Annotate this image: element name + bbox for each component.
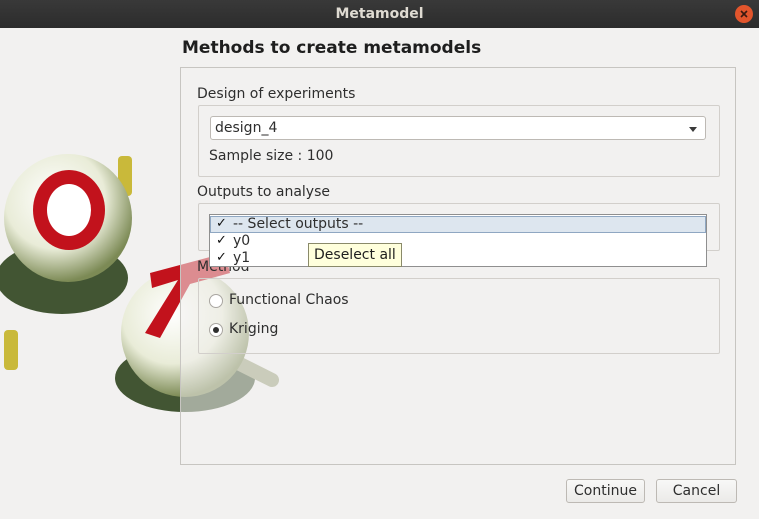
design-select-value: design_4: [215, 120, 278, 136]
cancel-button[interactable]: Cancel: [656, 479, 737, 503]
continue-button[interactable]: Continue: [566, 479, 645, 503]
window-title: Metamodel: [335, 6, 424, 22]
checkbox-checked-icon[interactable]: ✓: [215, 251, 228, 264]
doe-group-label: Design of experiments: [197, 86, 356, 102]
page-title: Methods to create metamodels: [182, 38, 482, 58]
select-outputs-row[interactable]: ✓ -- Select outputs --: [210, 216, 706, 233]
output-row-y1[interactable]: ✓ y1: [210, 250, 706, 267]
kriging-label[interactable]: Kriging: [229, 321, 278, 337]
checkbox-checked-icon[interactable]: ✓: [215, 217, 228, 230]
functional-chaos-label[interactable]: Functional Chaos: [229, 292, 349, 308]
output-label-y1: y1: [233, 250, 251, 266]
kriging-radio[interactable]: [209, 323, 223, 337]
close-window-button[interactable]: [735, 5, 753, 23]
checkbox-checked-icon[interactable]: ✓: [215, 234, 228, 247]
close-icon: [740, 10, 748, 18]
chevron-down-icon: [689, 127, 697, 132]
sample-size-text: Sample size : 100: [209, 148, 334, 164]
output-row-y0[interactable]: ✓ y0: [210, 233, 706, 250]
deselect-all-tooltip: Deselect all: [308, 243, 402, 267]
functional-chaos-radio[interactable]: [209, 294, 223, 308]
outputs-list[interactable]: ✓ -- Select outputs -- ✓ y0 ✓ y1: [209, 214, 707, 267]
select-outputs-label: -- Select outputs --: [233, 216, 364, 232]
window-titlebar: Metamodel: [0, 0, 759, 28]
output-label-y0: y0: [233, 233, 251, 249]
outputs-group-label: Outputs to analyse: [197, 184, 330, 200]
method-group-frame: [198, 278, 720, 354]
design-of-experiments-select[interactable]: design_4: [210, 116, 706, 140]
